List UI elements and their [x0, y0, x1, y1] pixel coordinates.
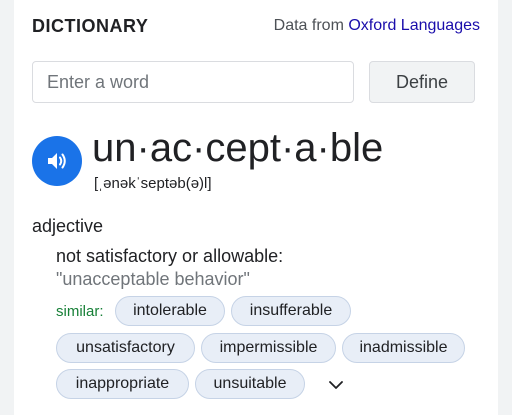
headword: un·ac·cept·a·ble — [92, 126, 384, 170]
word-search-input[interactable] — [32, 61, 354, 103]
speaker-icon — [48, 153, 66, 169]
part-of-speech: adjective — [32, 216, 104, 236]
data-source-prefix: Data from — [273, 17, 349, 34]
similar-label: similar: — [56, 303, 104, 320]
show-more-similar-button[interactable] — [325, 374, 347, 396]
similar-word-chip[interactable]: unsuitable — [195, 369, 305, 399]
dictionary-card: DICTIONARY Data from Oxford Languages De… — [14, 0, 498, 415]
dictionary-title: DICTIONARY — [32, 16, 149, 36]
data-source: Data from Oxford Languages — [274, 17, 480, 35]
dictionary-header: DICTIONARY Data from Oxford Languages — [32, 14, 480, 40]
similar-word-chip[interactable]: impermissible — [201, 333, 336, 363]
similar-word-chip[interactable]: insufferable — [231, 296, 351, 326]
similar-word-chip[interactable]: inappropriate — [56, 369, 189, 399]
define-button[interactable]: Define — [369, 61, 475, 103]
similar-word-chip[interactable]: inadmissible — [342, 333, 465, 363]
similar-word-chip[interactable]: unsatisfactory — [56, 333, 195, 363]
definition-text: not satisfactory or allowable: — [56, 246, 284, 266]
similar-word-chip[interactable]: intolerable — [115, 296, 225, 326]
phonetic-transcription: [ˌənəkˈseptəb(ə)l] — [94, 175, 212, 192]
chevron-down-icon — [329, 381, 343, 389]
oxford-languages-link[interactable]: Oxford Languages — [348, 17, 480, 34]
pronunciation-audio-button[interactable] — [32, 136, 82, 186]
example-sentence: "unacceptable behavior" — [56, 269, 250, 289]
